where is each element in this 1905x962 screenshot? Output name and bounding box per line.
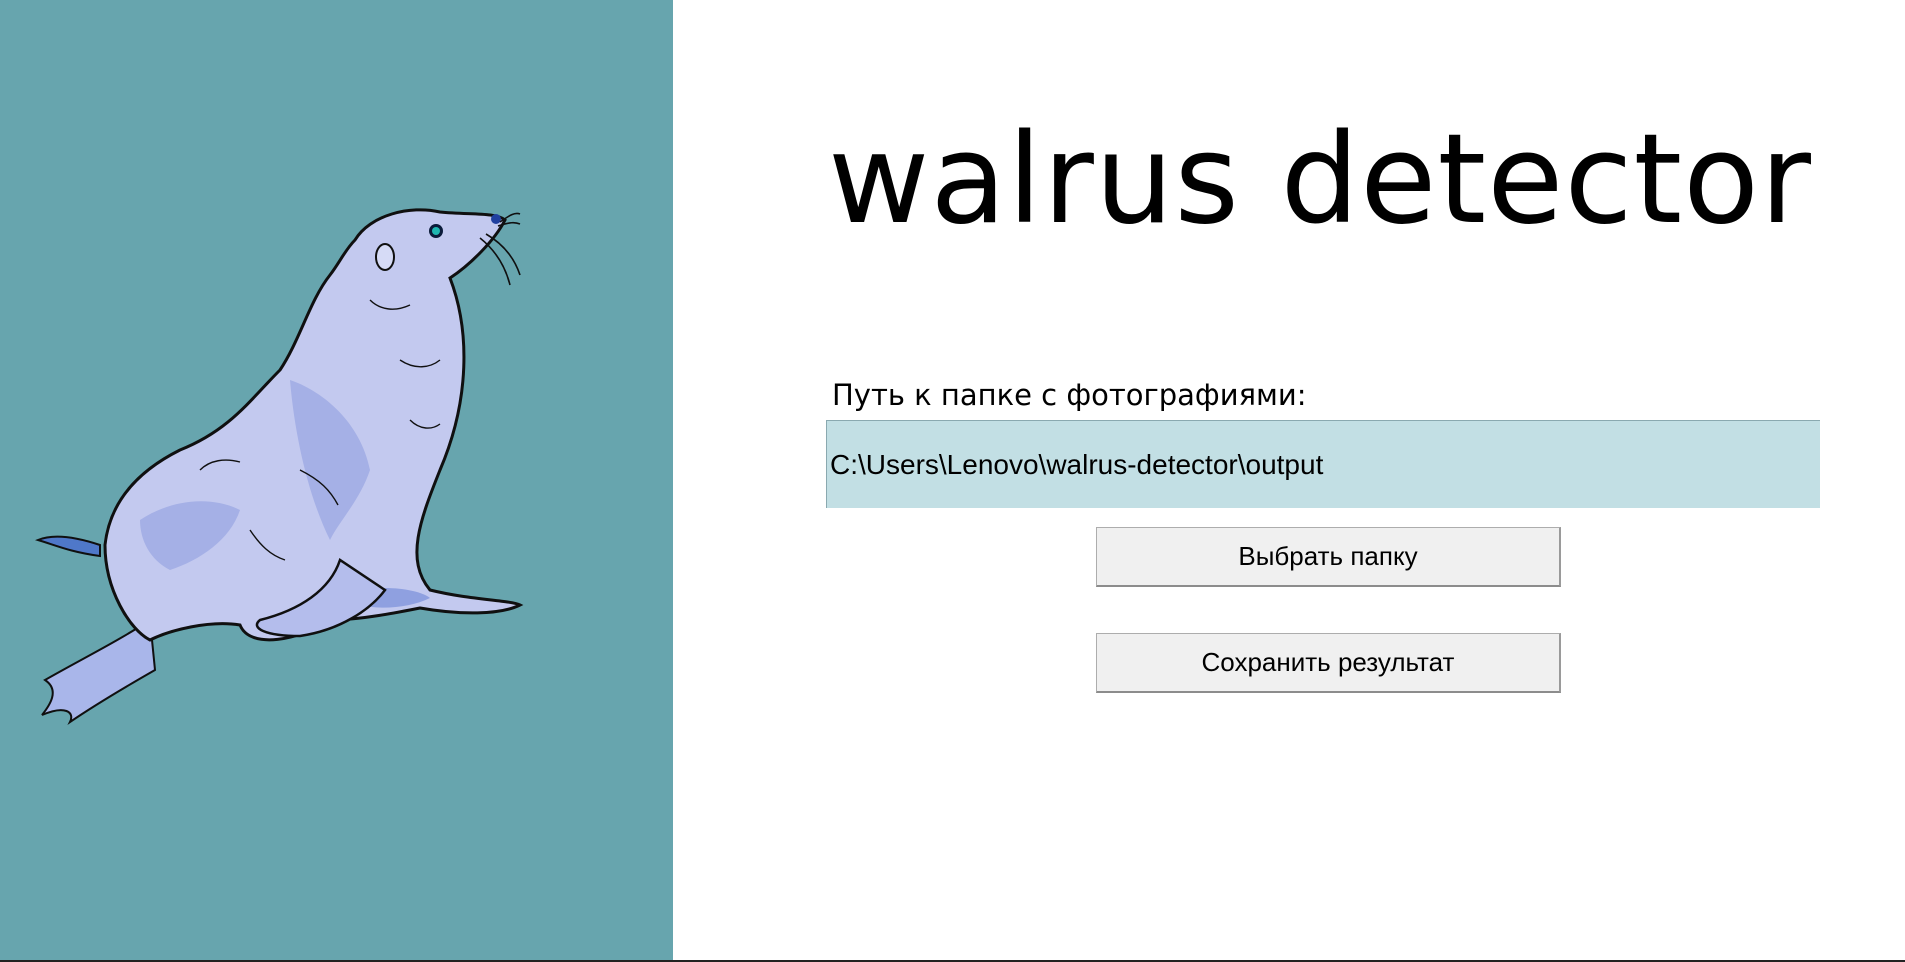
walrus-illustration-icon: [35, 208, 524, 725]
folder-path-input[interactable]: [826, 420, 1820, 508]
illustration-panel: [0, 0, 673, 962]
folder-path-label: Путь к папке с фотографиями:: [832, 378, 1307, 412]
app-title: walrus detector: [828, 108, 1812, 252]
choose-folder-button[interactable]: Выбрать папку: [1096, 527, 1561, 587]
save-result-button[interactable]: Сохранить результат: [1096, 633, 1561, 693]
app-window: walrus detector Путь к папке с фотографи…: [0, 0, 1905, 962]
